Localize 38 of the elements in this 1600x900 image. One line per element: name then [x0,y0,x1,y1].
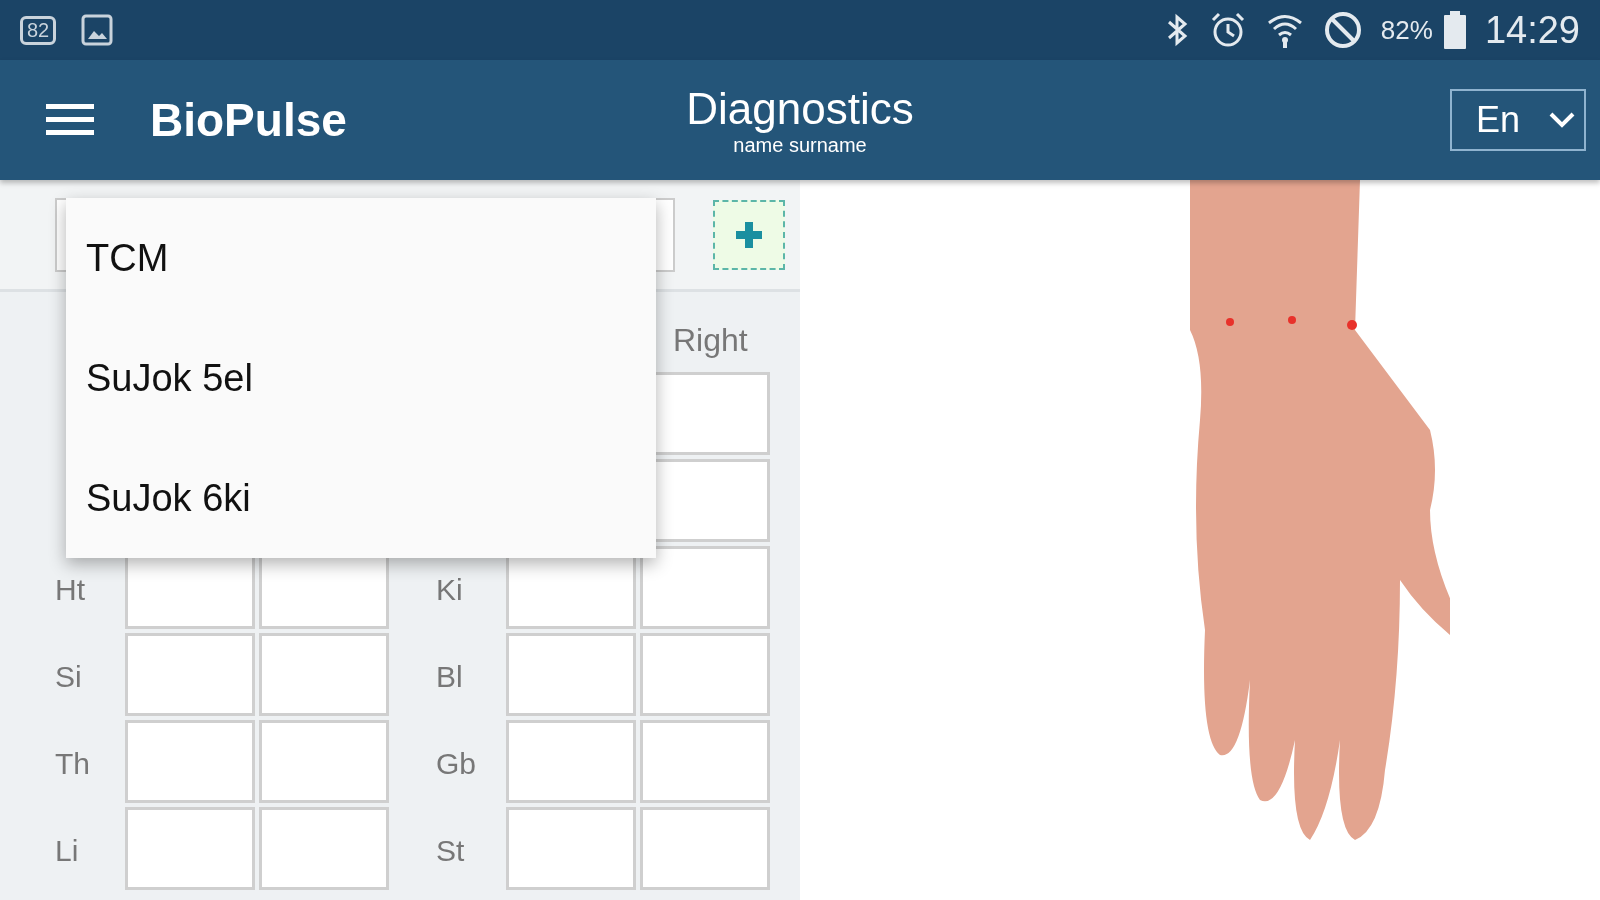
add-button[interactable] [713,199,785,270]
column-header: Right [673,321,748,359]
clock-time: 14:29 [1484,8,1580,52]
do-not-disturb-icon [1322,10,1363,50]
chevron-down-icon [1548,111,1576,129]
input-field[interactable] [506,807,636,890]
dropdown-option[interactable]: SuJok 5el [66,318,656,438]
input-field[interactable] [640,633,770,716]
dropdown-option[interactable]: TCM [66,198,656,318]
patient-name: name surname [733,133,867,157]
input-field[interactable] [506,720,636,803]
row-label: Ht [55,571,86,608]
input-field[interactable] [640,720,770,803]
dropdown-option[interactable]: SuJok 6ki [66,438,656,558]
app-name: BioPulse [150,93,347,147]
row-label: Gb [436,745,478,782]
menu-icon[interactable] [46,102,94,138]
screen-title: Diagnostics [686,83,914,134]
image-icon [80,13,115,47]
input-field[interactable] [640,546,770,629]
row-label: Si [55,658,83,695]
battery-percentage: 82% [1380,14,1433,46]
input-field[interactable] [125,720,255,803]
row-label: Li [55,832,80,869]
input-field[interactable] [259,807,389,890]
row-label: St [436,832,466,869]
row-label: Th [55,745,91,782]
notification-count: 82 [20,15,57,45]
row-label: Bl [436,658,464,695]
input-field[interactable] [259,633,389,716]
input-field[interactable] [506,633,636,716]
input-field[interactable] [640,807,770,890]
input-field[interactable] [125,633,255,716]
input-field[interactable] [259,720,389,803]
language-select[interactable]: En [1450,89,1586,151]
input-field[interactable] [125,807,255,890]
row-label: Ki [436,571,464,608]
battery-icon [1442,11,1467,49]
